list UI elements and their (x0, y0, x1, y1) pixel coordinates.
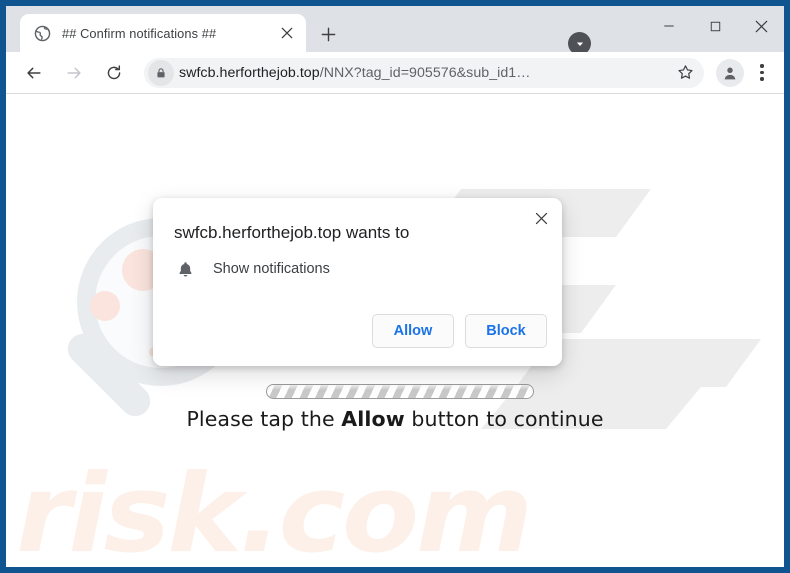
screenshot-root: ## Confirm notifications ## swfcb.herfor… (0, 0, 790, 573)
dialog-actions: Allow Block (372, 314, 547, 348)
star-icon[interactable] (672, 60, 698, 86)
back-arrow-icon (27, 67, 41, 78)
profile-avatar-icon[interactable] (716, 58, 744, 87)
close-button[interactable] (738, 6, 784, 46)
loading-progress-bar (266, 384, 534, 399)
block-button[interactable]: Block (465, 314, 547, 348)
risk-watermark-text: risk.com (16, 452, 533, 566)
permission-row: Show notifications (174, 258, 330, 280)
menu-dot (760, 70, 764, 75)
tab-strip: ## Confirm notifications ## (6, 6, 784, 55)
reload-icon (107, 64, 121, 79)
tab-title: ## Confirm notifications ## (62, 25, 217, 41)
minimize-button[interactable] (646, 6, 692, 46)
browser-toolbar: swfcb.herforthejob.top/NNX?tag_id=905576… (6, 52, 784, 94)
menu-dot (760, 64, 764, 68)
dialog-close-icon[interactable] (528, 205, 554, 231)
maximize-button[interactable] (692, 6, 738, 46)
allow-button[interactable]: Allow (372, 314, 454, 348)
permission-label: Show notifications (213, 261, 330, 277)
globe-favicon-icon (34, 25, 51, 42)
browser-tab[interactable]: ## Confirm notifications ## (20, 14, 306, 52)
prompt-emphasis: Allow (341, 407, 405, 431)
dialog-title: swfcb.herforthejob.top wants to (174, 223, 410, 242)
three-dot-menu-icon[interactable] (748, 59, 776, 87)
forward-arrow-icon (67, 67, 81, 78)
url-path: /NNX?tag_id=905576&sub_id1… (319, 64, 531, 81)
page-viewport: risk.com Please tap the Allow button to … (6, 94, 784, 566)
maximize-icon (710, 21, 720, 31)
reload-button[interactable] (97, 56, 131, 90)
plus-icon (321, 27, 335, 41)
notification-permission-dialog: swfcb.herforthejob.top wants to Show not… (153, 198, 562, 366)
url-host: swfcb.herforthejob.top (179, 64, 320, 81)
minimize-icon (664, 25, 674, 27)
new-tab-button[interactable] (314, 20, 342, 48)
tap-allow-instruction: Please tap the Allow button to continue (6, 407, 784, 431)
prompt-suffix: button to continue (404, 407, 604, 431)
forward-button[interactable] (57, 56, 91, 90)
tab-close-icon[interactable] (276, 22, 298, 44)
url-text: swfcb.herforthejob.top/NNX?tag_id=905576… (179, 65, 672, 81)
menu-dot (760, 77, 764, 81)
back-button[interactable] (17, 56, 51, 90)
window-controls (646, 6, 784, 52)
address-bar[interactable]: swfcb.herforthejob.top/NNX?tag_id=905576… (144, 57, 704, 88)
close-icon (755, 20, 767, 32)
browser-window: ## Confirm notifications ## swfcb.herfor… (6, 6, 784, 567)
padlock-icon (148, 59, 174, 86)
bell-icon (174, 258, 196, 280)
prompt-prefix: Please tap the (186, 407, 342, 431)
